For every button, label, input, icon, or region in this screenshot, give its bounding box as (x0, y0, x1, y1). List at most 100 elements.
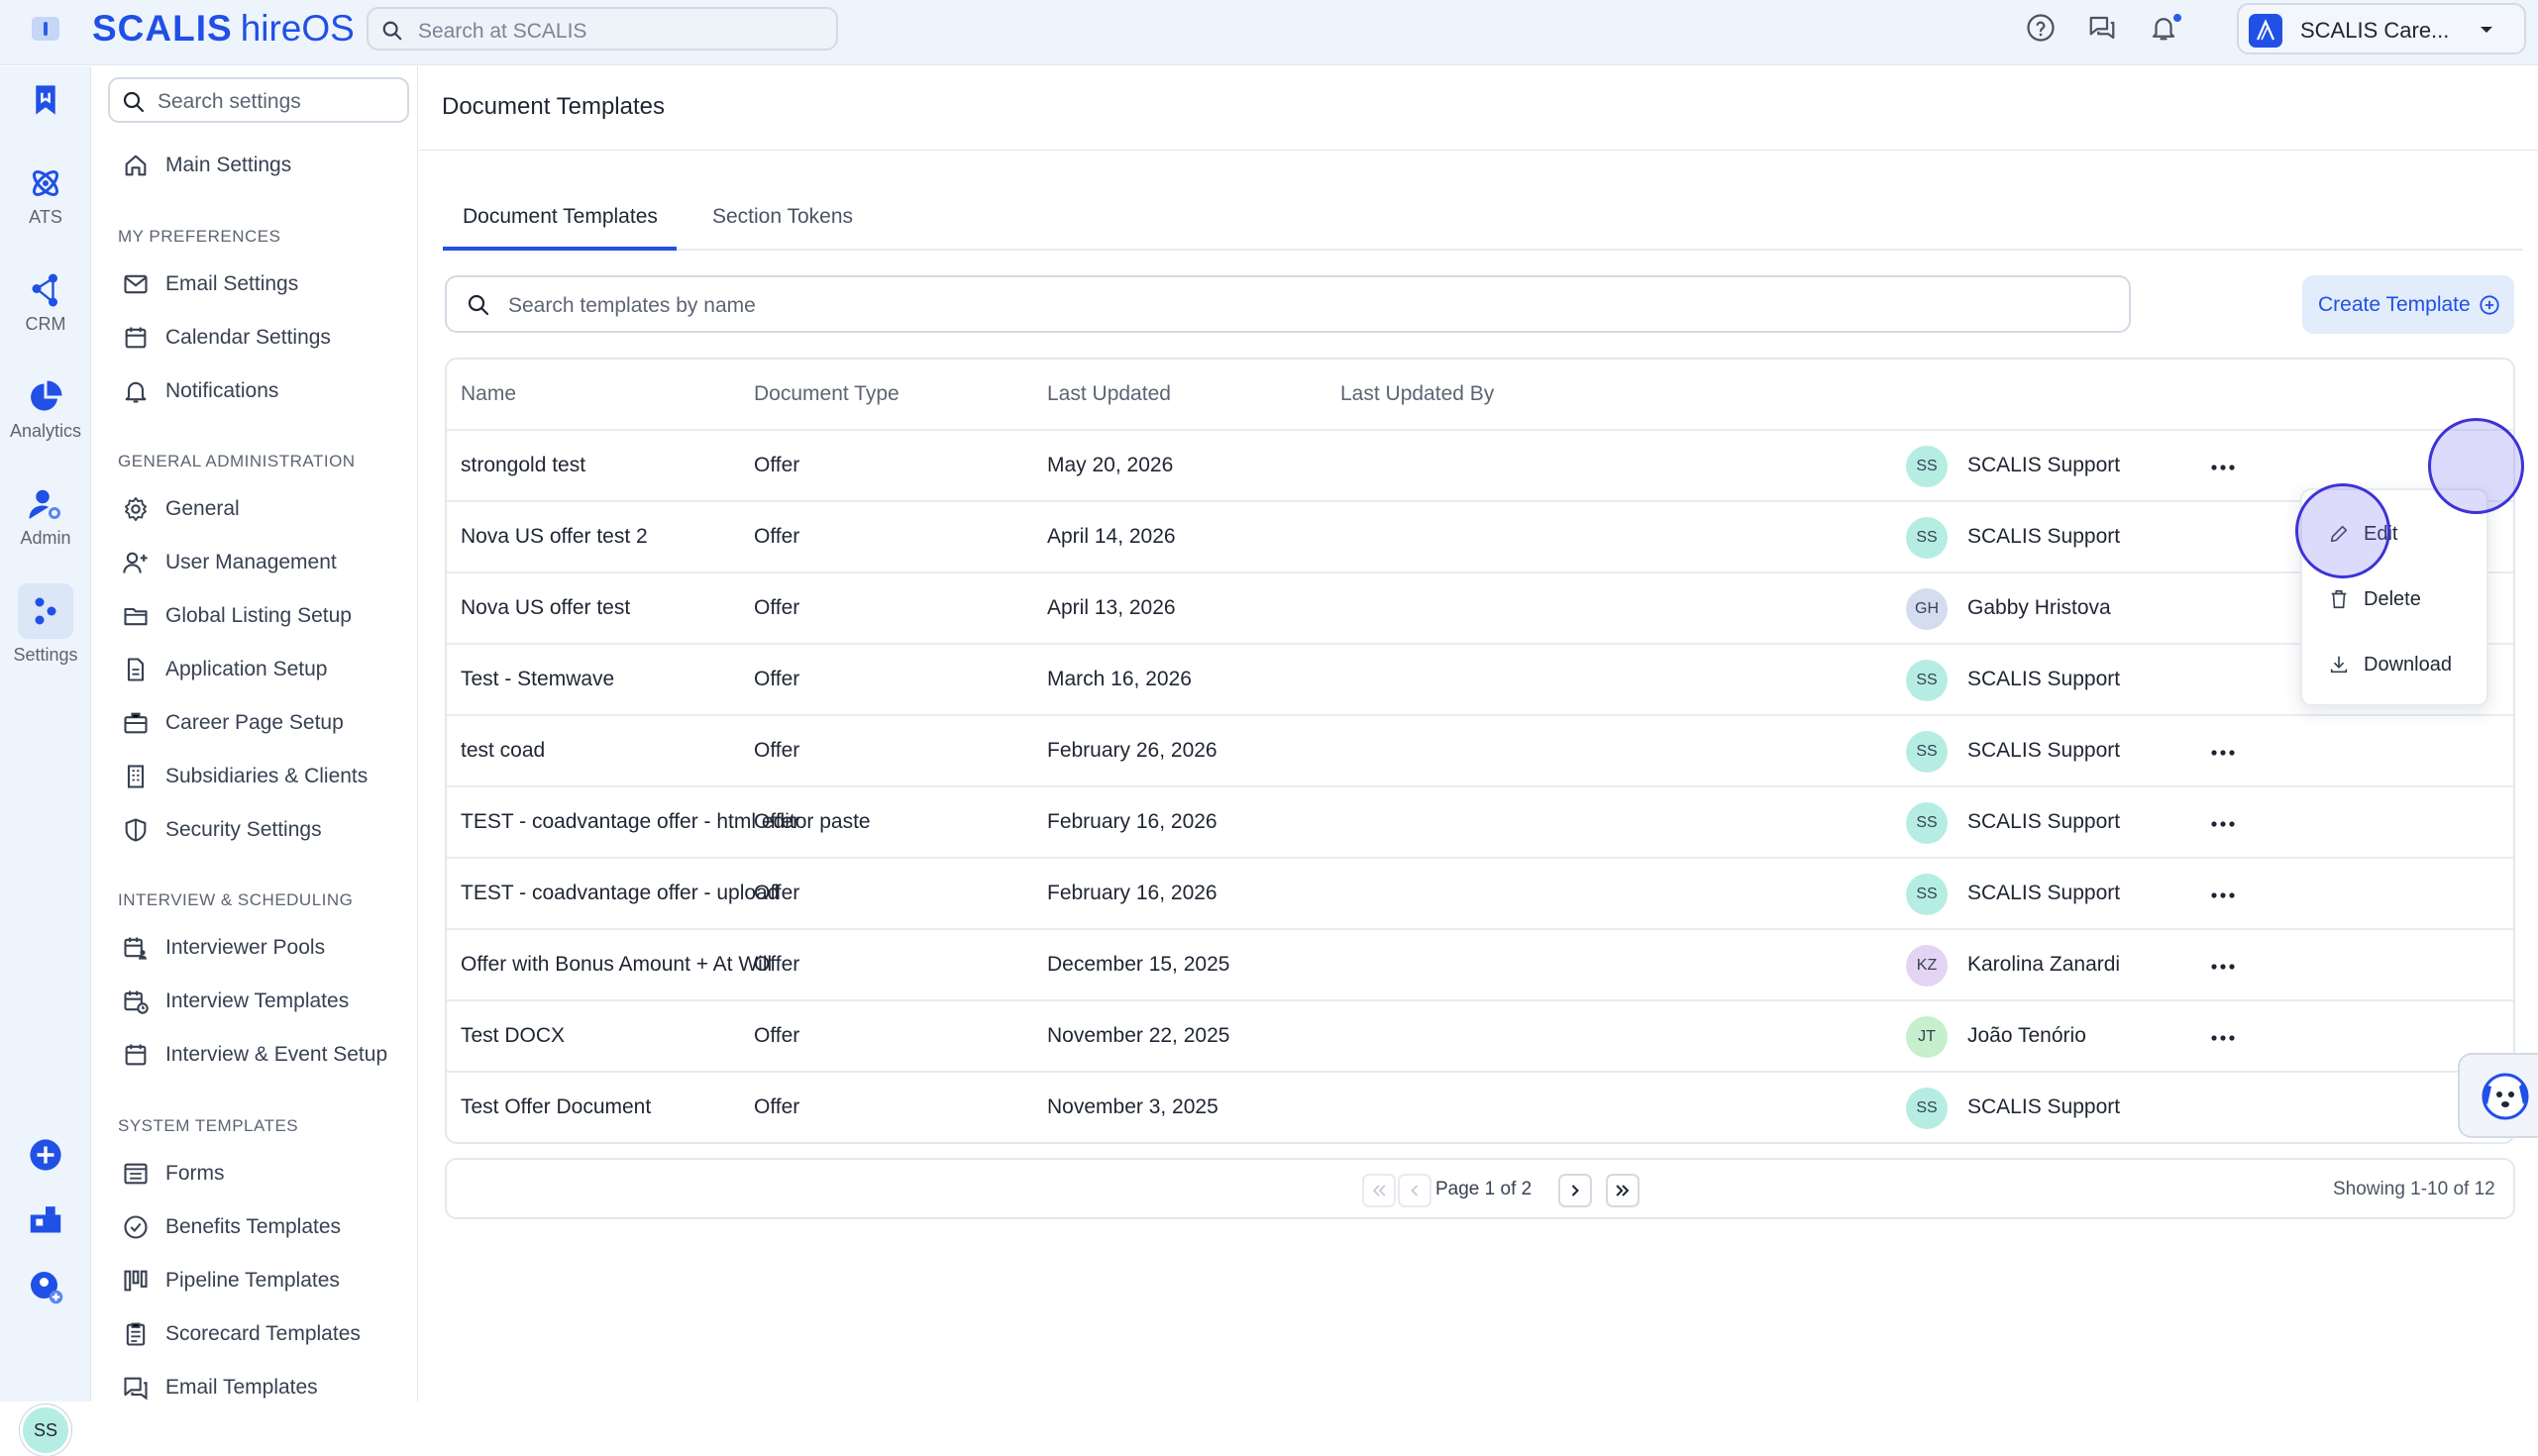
table-row[interactable]: Test Offer Document Offer November 3, 2025… (447, 1073, 2513, 1142)
sidebar-item-scorecard-templates[interactable]: Scorecard Templates (122, 1314, 361, 1354)
template-name[interactable]: Test - Stemwave (461, 668, 614, 691)
more-horizontal-icon (2211, 1035, 2235, 1041)
rail-item-bookmarks[interactable] (0, 83, 91, 117)
template-name[interactable]: Nova US offer test (461, 596, 630, 620)
user-avatar[interactable]: SS (20, 1404, 71, 1456)
template-name[interactable]: Test Offer Document (461, 1095, 651, 1119)
last-updated-by: SCALIS Support (1967, 454, 2121, 476)
create-template-button[interactable]: Create Template (2302, 275, 2514, 334)
last-updated: February 16, 2026 (1047, 810, 1217, 833)
sidebar-item-general[interactable]: General (122, 489, 240, 529)
column-header-document-type[interactable]: Document Type (754, 382, 899, 406)
table-row[interactable]: strongold test Offer May 20, 2026 SS SCALIS … (447, 431, 2513, 502)
sidebar-toggle-icon[interactable] (32, 17, 59, 41)
rail-item-add[interactable] (0, 1138, 91, 1172)
folder-icon (124, 607, 148, 626)
assistant-widget[interactable] (2458, 1053, 2538, 1138)
row-more-button[interactable] (2200, 873, 2246, 918)
template-name[interactable]: TEST - coadvantage offer - upload (461, 882, 779, 905)
sidebar-item-security-settings[interactable]: Security Settings (122, 810, 322, 850)
more-horizontal-icon (2211, 892, 2235, 898)
tab-section-tokens[interactable]: Section Tokens (712, 195, 871, 251)
row-more-button[interactable] (2200, 445, 2246, 490)
sidebar-item-email-templates[interactable]: Email Templates (122, 1368, 318, 1402)
table-row[interactable]: Nova US offer test 2 Offer April 14, 2026 S… (447, 502, 2513, 573)
menu-item-delete[interactable]: Delete (2328, 579, 2421, 619)
document-type: Offer (754, 1024, 800, 1047)
avatar: SS (1906, 660, 1948, 701)
rail-item-admin[interactable]: Admin (0, 486, 91, 549)
template-name[interactable]: Test DOCX (461, 1024, 565, 1048)
sidebar-item-interview-event-setup[interactable]: Interview & Event Setup (122, 1035, 387, 1075)
sidebar-item-benefits-templates[interactable]: Benefits Templates (122, 1207, 341, 1247)
calendar-icon (125, 327, 147, 349)
sidebar-item-notifications[interactable]: Notifications (122, 371, 278, 411)
sidebar-item-interview-templates[interactable]: Interview Templates (122, 982, 349, 1021)
table-row[interactable]: TEST - coadvantage offer - upload Offer Fe… (447, 859, 2513, 930)
pagination: Page 1 of 2 Showing 1-10 of 12 (445, 1158, 2515, 1219)
sidebar-item-forms[interactable]: Forms (122, 1154, 225, 1194)
template-search-input[interactable]: Search templates by name (445, 275, 2131, 333)
row-more-button[interactable] (2200, 730, 2246, 776)
sidebar-item-global-listing-setup[interactable]: Global Listing Setup (122, 596, 352, 636)
template-name[interactable]: TEST - coadvantage offer - html editor p… (461, 810, 871, 834)
table-row[interactable]: Nova US offer test Offer April 13, 2026 GH G… (447, 573, 2513, 645)
template-name[interactable]: strongold test (461, 454, 585, 477)
previous-page-button[interactable] (1398, 1174, 1431, 1207)
help-icon[interactable] (2026, 13, 2056, 43)
sidebar-item-pipeline-templates[interactable]: Pipeline Templates (122, 1261, 340, 1300)
tab-document-templates[interactable]: Document Templates (443, 195, 677, 251)
calendar-clock-icon (124, 990, 149, 1014)
kanban-icon (124, 1270, 148, 1292)
column-header-last-updated-by[interactable]: Last Updated By (1340, 382, 1494, 406)
account-switcher[interactable]: SCALIS Care... (2237, 3, 2526, 54)
rail-item-analytics[interactable]: Analytics (0, 379, 91, 442)
last-updated-by: SCALIS Support (1967, 810, 2121, 833)
sidebar-item-interviewer-pools[interactable]: Interviewer Pools (122, 928, 325, 968)
sidebar-item-calendar-settings[interactable]: Calendar Settings (122, 318, 331, 358)
plus-circle-icon (30, 1139, 61, 1171)
templates-table: Name Document Type Last Updated Last Upd… (445, 358, 2515, 1144)
sidebar-item-application-setup[interactable]: Application Setup (122, 650, 327, 689)
template-name[interactable]: Offer with Bonus Amount + At Will (461, 953, 772, 977)
template-name[interactable]: test coad (461, 739, 545, 763)
section-header: GENERAL ADMINISTRATION (118, 452, 356, 470)
shield-icon (125, 818, 147, 842)
rail-item-settings[interactable]: Settings (0, 583, 91, 666)
rail-item-crm[interactable]: CRM (0, 272, 91, 335)
column-header-name[interactable]: Name (461, 382, 516, 406)
rail-item-people[interactable] (0, 1269, 91, 1304)
template-name[interactable]: Nova US offer test 2 (461, 525, 648, 549)
rail-item-ats[interactable]: ATS (0, 165, 91, 228)
table-row[interactable]: test coad Offer February 26, 2026 SS SCALIS … (447, 716, 2513, 787)
sidebar-item-subsidiaries-clients[interactable]: Subsidiaries & Clients (122, 757, 368, 796)
next-page-button[interactable] (1558, 1174, 1592, 1207)
row-more-button[interactable] (2200, 944, 2246, 989)
table-row[interactable]: Test DOCX Offer November 22, 2025 JT João Te… (447, 1001, 2513, 1073)
messages-icon[interactable] (2087, 13, 2117, 43)
top-bar: SCALIS hireOS Search at SCALIS SCALIS Car… (0, 0, 2538, 65)
row-more-button[interactable] (2200, 801, 2246, 847)
settings-search-input[interactable]: Search settings (108, 77, 409, 123)
person-plus-icon (31, 1272, 63, 1304)
last-page-button[interactable] (1606, 1174, 1639, 1207)
sidebar-item-user-management[interactable]: User Management (122, 543, 337, 582)
table-row[interactable]: Offer with Bonus Amount + At Will Offer De… (447, 930, 2513, 1001)
first-page-button[interactable] (1362, 1174, 1396, 1207)
rail-item-jobs[interactable] (0, 1203, 91, 1237)
last-updated: April 14, 2026 (1047, 525, 1176, 548)
more-horizontal-icon (2211, 821, 2235, 827)
column-header-last-updated[interactable]: Last Updated (1047, 382, 1171, 406)
table-row[interactable]: Test - Stemwave Offer March 16, 2026 SS SCAL… (447, 645, 2513, 716)
sidebar-item-email-settings[interactable]: Email Settings (122, 264, 298, 304)
menu-item-download[interactable]: Download (2328, 645, 2452, 684)
row-more-button[interactable] (2200, 1015, 2246, 1061)
global-search-input[interactable]: Search at SCALIS (367, 7, 838, 51)
table-row[interactable]: TEST - coadvantage offer - html editor p… (447, 787, 2513, 859)
sidebar-item-main-settings[interactable]: Main Settings (122, 146, 291, 185)
briefcase-icon (124, 712, 148, 734)
showing-count: Showing 1-10 of 12 (2333, 1179, 2495, 1199)
document-type: Offer (754, 810, 800, 833)
sidebar-item-career-page-setup[interactable]: Career Page Setup (122, 703, 344, 743)
page-title: Document Templates (442, 93, 665, 120)
